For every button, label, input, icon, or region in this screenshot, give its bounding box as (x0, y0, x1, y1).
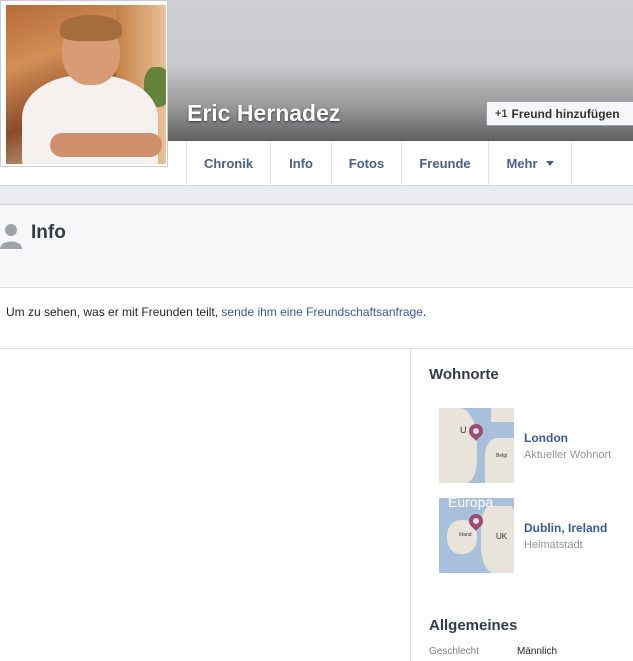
send-friend-request-link[interactable]: sende ihm eine Freundschaftsanfrage (221, 305, 422, 319)
info-title: Info (31, 222, 66, 243)
user-icon (0, 224, 22, 249)
add-friend-label: Freund hinzufügen (511, 106, 620, 121)
info-header: Info (0, 205, 633, 288)
residences-title: Wohnorte (429, 366, 499, 383)
place-dublin-type: Heimatstadt (524, 539, 583, 551)
profile-name[interactable]: Eric Hernadez (187, 100, 340, 127)
tab-info[interactable]: Info (270, 141, 331, 185)
place-london-type: Aktueller Wohnort (524, 449, 612, 461)
section-gap (0, 186, 633, 205)
place-dublin-link[interactable]: Dublin, Ireland (524, 521, 607, 535)
gender-value: Männlich (517, 646, 558, 657)
place-london-link[interactable]: London (524, 431, 568, 445)
profile-picture[interactable] (0, 0, 168, 167)
info-columns (0, 348, 633, 661)
london-map[interactable]: U Belgi (439, 408, 514, 483)
friend-request-notice: Um zu sehen, was er mit Freunden teilt, … (6, 305, 427, 319)
tab-fotos[interactable]: Fotos (331, 141, 401, 185)
gender-label: Geschlecht (429, 646, 480, 657)
dublin-map[interactable]: Europa UK Irland (439, 498, 514, 573)
add-friend-button[interactable]: +1 Freund hinzufügen (486, 101, 633, 126)
profile-photo (6, 5, 166, 164)
general-title: Allgemeines (429, 617, 518, 634)
column-divider (410, 349, 411, 661)
tab-chronik[interactable]: Chronik (186, 141, 270, 185)
tab-mehr[interactable]: Mehr (488, 141, 572, 185)
tab-freunde[interactable]: Freunde (401, 141, 488, 185)
add-friend-icon: +1 (495, 107, 508, 120)
chevron-down-icon (545, 160, 554, 166)
